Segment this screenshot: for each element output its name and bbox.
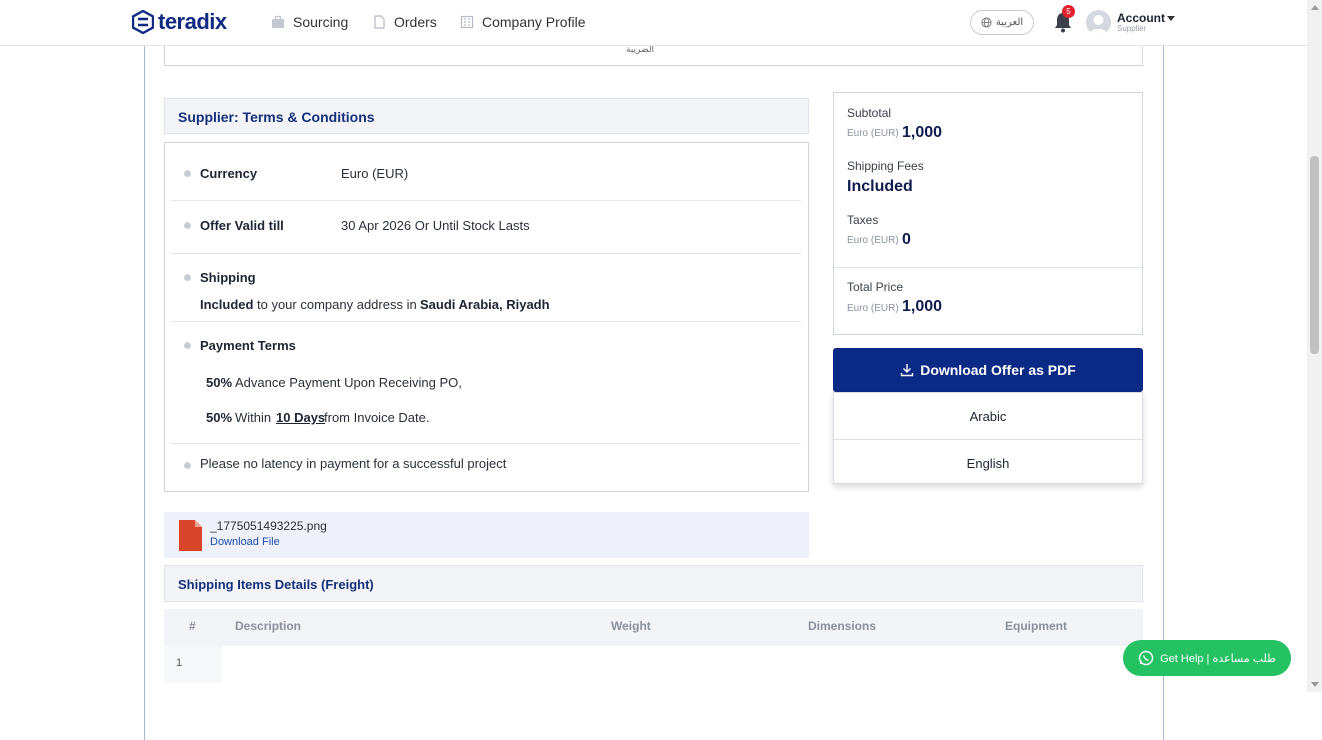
language-toggle-button[interactable]: العربية <box>970 10 1034 35</box>
taxes-label: Taxes <box>847 213 879 227</box>
nav-company-profile-label: Company Profile <box>482 14 586 30</box>
subtotal-currency: Euro (EUR) <box>847 128 899 139</box>
column-header-weight: Weight <box>611 619 651 633</box>
shipping-included: Included <box>200 297 254 312</box>
row-number: 1 <box>176 657 183 669</box>
subtotal-label: Subtotal <box>847 106 892 120</box>
offer-valid-value: 30 Apr 2026 Or Until Stock Lasts <box>341 218 530 233</box>
account-label[interactable]: Account <box>1117 11 1165 25</box>
divider <box>171 253 801 254</box>
building-icon <box>460 15 474 29</box>
download-icon <box>901 364 914 377</box>
teradix-logo-icon <box>132 10 154 34</box>
language-toggle-label: العربية <box>995 17 1024 28</box>
download-offer-pdf-label: Download Offer as PDF <box>920 362 1076 378</box>
nav-orders[interactable]: Orders <box>372 14 437 30</box>
scrollbar-thumb[interactable] <box>1310 156 1319 354</box>
column-header-dimensions: Dimensions <box>808 619 877 633</box>
shipping-label: Shipping <box>200 270 256 285</box>
payment-2-days: 10 Days <box>276 410 326 425</box>
bullet-dot <box>184 462 191 469</box>
shipping-items-header: Shipping Items Details (Freight) <box>164 565 1143 602</box>
account-role: Supplier <box>1117 24 1147 33</box>
divider <box>171 321 801 322</box>
currency-value: Euro (EUR) <box>341 166 409 181</box>
scroll-down-arrow-icon[interactable] <box>1311 682 1319 687</box>
column-header-description: Description <box>235 619 302 633</box>
payment-2-percent: 50% <box>206 410 233 425</box>
shipping-items-title: Shipping Items Details (Freight) <box>178 577 374 592</box>
nav-sourcing[interactable]: Sourcing <box>271 14 348 30</box>
table-row <box>164 646 222 683</box>
avatar[interactable] <box>1086 10 1111 35</box>
top-navbar: teradix Sourcing Orders Company Profile … <box>0 0 1307 46</box>
column-header-equipment: Equipment <box>1005 619 1067 633</box>
offer-valid-label: Offer Valid till <box>200 218 284 233</box>
divider <box>171 443 801 444</box>
shipping-text: to your company address in <box>257 297 417 312</box>
download-language-menu: Arabic English <box>833 392 1143 484</box>
payment-1-text: Advance Payment Upon Receiving PO, <box>235 375 462 390</box>
briefcase-icon <box>272 15 284 28</box>
bullet-dot <box>184 170 191 177</box>
shipping-fees-label: Shipping Fees <box>847 159 924 173</box>
download-file-link[interactable]: Download File <box>210 536 280 548</box>
divider <box>171 200 801 201</box>
menu-item-english[interactable]: English <box>834 440 1142 486</box>
column-header-number: # <box>189 619 196 633</box>
summary-divider <box>834 267 1142 268</box>
payment-2-text: from Invoice Date. <box>324 410 430 425</box>
notification-badge: 5 <box>1062 5 1075 18</box>
bullet-dot <box>184 342 191 349</box>
menu-item-arabic[interactable]: Arabic <box>834 393 1142 439</box>
subtotal-value: 1,000 <box>902 124 943 141</box>
attachment-file-name: _1775051493225.png <box>210 519 327 533</box>
taxes-value: 0 <box>902 231 911 248</box>
shipping-location: Saudi Arabia, Riyadh <box>420 297 550 312</box>
globe-icon <box>981 17 992 28</box>
teradix-logo[interactable]: teradix <box>132 9 227 35</box>
terms-box <box>164 142 809 492</box>
nav-sourcing-label: Sourcing <box>293 14 349 30</box>
payment-2-within: Within <box>235 410 272 425</box>
document-icon <box>374 15 385 29</box>
terms-header: Supplier: Terms & Conditions <box>164 98 809 134</box>
user-icon <box>1089 15 1108 35</box>
payment-1-percent: 50% <box>206 375 233 390</box>
total-price-value: 1,000 <box>902 298 943 315</box>
shipping-fees-value: Included <box>847 178 913 195</box>
taxes-currency: Euro (EUR) <box>847 235 899 246</box>
chevron-down-icon[interactable] <box>1167 16 1175 21</box>
file-icon <box>179 520 202 551</box>
terms-note: Please no latency in payment for a succe… <box>200 456 507 471</box>
terms-title: Supplier: Terms & Conditions <box>178 109 375 125</box>
table-header <box>164 609 1143 646</box>
logo-text: teradix <box>158 9 227 34</box>
bullet-dot <box>184 222 191 229</box>
nav-orders-label: Orders <box>394 14 437 30</box>
nav-company-profile[interactable]: Company Profile <box>460 14 586 30</box>
payment-terms-label: Payment Terms <box>200 338 296 353</box>
get-help-button[interactable]: Get Help | طلب مساعده <box>1123 640 1291 676</box>
whatsapp-icon <box>1138 650 1154 666</box>
download-offer-pdf-button[interactable]: Download Offer as PDF <box>833 348 1143 392</box>
get-help-label: Get Help | طلب مساعده <box>1160 652 1276 665</box>
scroll-up-arrow-icon[interactable] <box>1311 5 1319 10</box>
bullet-dot <box>184 274 191 281</box>
total-price-currency: Euro (EUR) <box>847 303 899 314</box>
currency-label: Currency <box>200 166 258 181</box>
total-price-label: Total Price <box>847 280 904 294</box>
